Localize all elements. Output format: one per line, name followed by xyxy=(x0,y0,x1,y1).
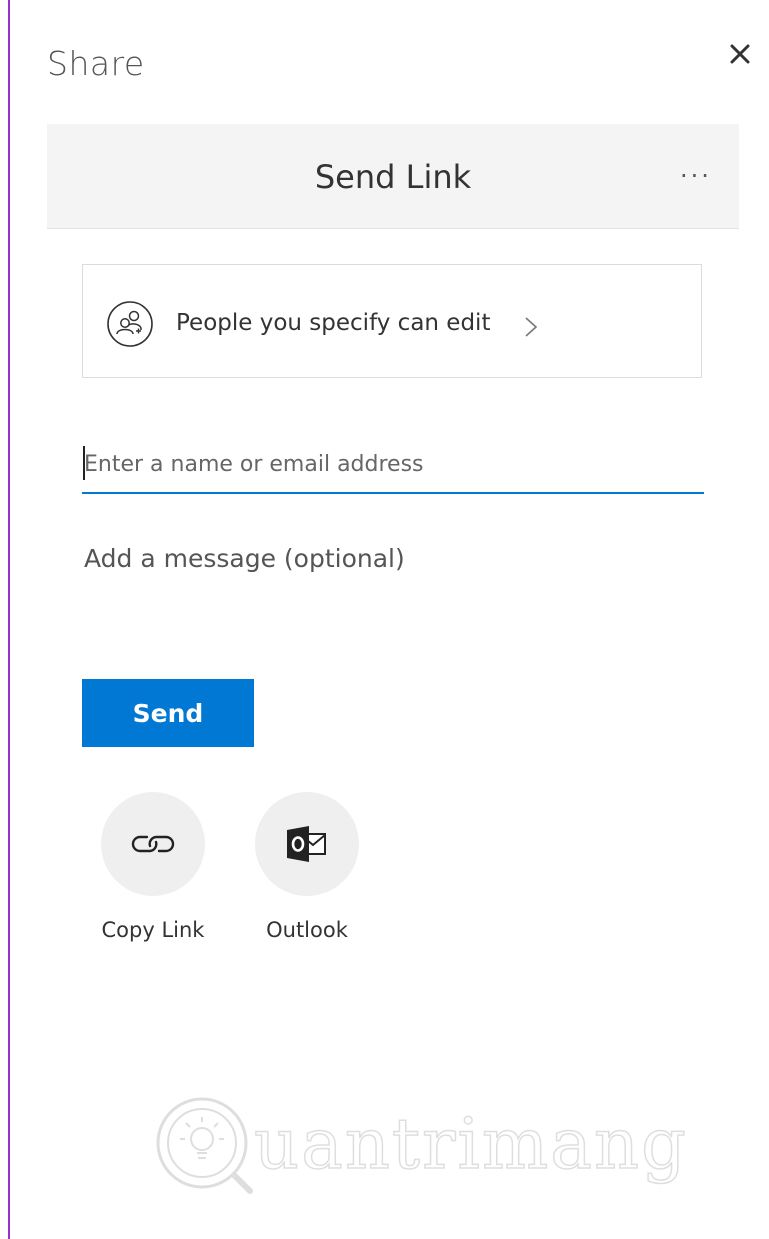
chevron-right-icon xyxy=(525,317,538,337)
watermark-logo xyxy=(156,1097,253,1194)
close-button[interactable] xyxy=(722,36,758,72)
message-input[interactable] xyxy=(82,544,702,604)
close-icon xyxy=(730,44,750,64)
text-cursor xyxy=(83,446,85,480)
outlook-icon-circle xyxy=(255,792,359,896)
people-icon xyxy=(107,301,153,347)
link-icon xyxy=(131,835,175,853)
more-options-button[interactable]: ··· xyxy=(671,156,721,196)
header-title: Send Link xyxy=(314,158,472,196)
panel-title: Share xyxy=(47,44,145,83)
recipient-input[interactable] xyxy=(82,436,704,494)
link-permission-selector[interactable]: People you specify can edit xyxy=(82,264,702,378)
share-panel: Share Send Link ··· People you specify c… xyxy=(10,0,769,1239)
watermark-text: uantrimang xyxy=(253,1102,688,1186)
copy-link-icon-circle xyxy=(101,792,205,896)
copy-link-label: Copy Link xyxy=(101,918,205,942)
watermark: uantrimang xyxy=(150,1085,687,1205)
outlook-icon xyxy=(287,826,326,862)
permission-label: People you specify can edit xyxy=(176,310,491,336)
outlook-option[interactable]: Outlook xyxy=(235,792,375,952)
send-button[interactable]: Send xyxy=(82,679,254,747)
copy-link-option[interactable]: Copy Link xyxy=(81,792,221,952)
outlook-label: Outlook xyxy=(266,918,348,942)
send-link-header: Send Link ··· xyxy=(47,124,739,229)
